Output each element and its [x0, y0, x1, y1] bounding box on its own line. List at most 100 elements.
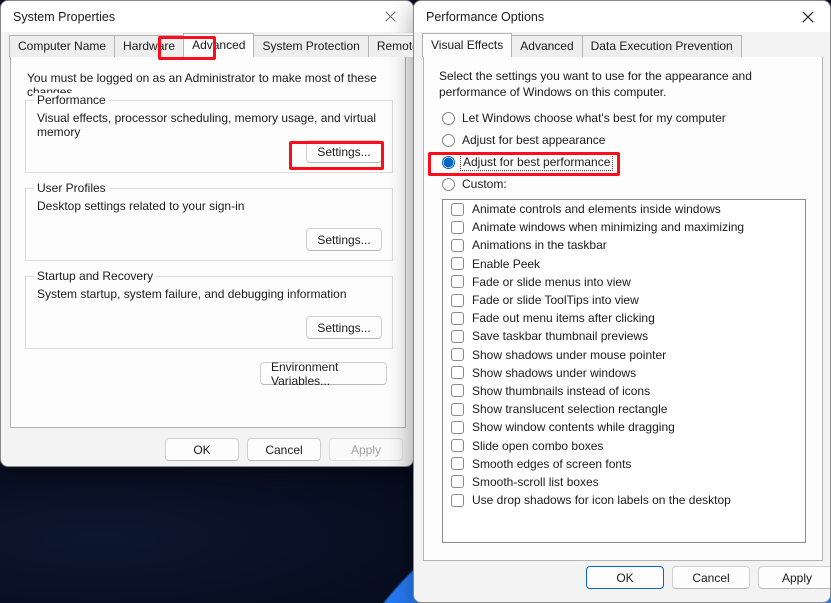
checkbox-icon[interactable]: [451, 384, 464, 397]
visual-effect-item[interactable]: Show window contents while dragging: [443, 418, 805, 436]
performance-group: Performance Visual effects, processor sc…: [25, 100, 393, 173]
radio-custom[interactable]: Custom:: [442, 177, 507, 191]
visual-effect-item[interactable]: Show shadows under windows: [443, 364, 805, 382]
performance-group-description: Visual effects, processor scheduling, me…: [37, 111, 392, 139]
checkbox-icon[interactable]: [451, 330, 464, 343]
visual-effect-label: Show thumbnails instead of icons: [472, 384, 650, 398]
checkbox-icon[interactable]: [451, 221, 464, 234]
performance-options-titlebar: Performance Options: [414, 1, 830, 32]
tab-advanced[interactable]: Advanced: [511, 35, 582, 57]
visual-effect-label: Animate controls and elements inside win…: [472, 202, 721, 216]
system-properties-titlebar: System Properties: [1, 1, 413, 32]
visual-effect-item[interactable]: Slide open combo boxes: [443, 436, 805, 454]
checkbox-icon[interactable]: [451, 366, 464, 379]
performance-options-apply-button[interactable]: Apply: [758, 566, 831, 589]
tab-remote[interactable]: Remote: [368, 35, 414, 57]
visual-effect-item[interactable]: Show thumbnails instead of icons: [443, 382, 805, 400]
radio-icon: [442, 112, 455, 125]
close-icon[interactable]: [368, 1, 413, 32]
visual-effect-label: Show window contents while dragging: [472, 420, 675, 434]
tab-system-protection[interactable]: System Protection: [253, 35, 368, 57]
visual-effect-label: Save taskbar thumbnail previews: [472, 329, 648, 343]
visual-effect-item[interactable]: Fade out menu items after clicking: [443, 309, 805, 327]
visual-effect-item[interactable]: Show shadows under mouse pointer: [443, 346, 805, 364]
visual-effect-label: Animate windows when minimizing and maxi…: [472, 220, 744, 234]
visual-effect-item[interactable]: Smooth edges of screen fonts: [443, 455, 805, 473]
advanced-tab-page: You must be logged on as an Administrato…: [10, 56, 406, 428]
performance-options-ok-button[interactable]: OK: [586, 566, 664, 589]
checkbox-icon[interactable]: [451, 494, 464, 507]
visual-effect-item[interactable]: Enable Peek: [443, 255, 805, 273]
visual-effect-label: Smooth-scroll list boxes: [472, 475, 599, 489]
startup-recovery-settings-button[interactable]: Settings...: [306, 316, 382, 339]
checkbox-icon[interactable]: [451, 203, 464, 216]
user-profiles-group: User Profiles Desktop settings related t…: [25, 188, 393, 261]
visual-effect-label: Fade or slide menus into view: [472, 275, 631, 289]
system-properties-ok-button[interactable]: OK: [165, 438, 239, 461]
tab-advanced[interactable]: Advanced: [183, 33, 254, 57]
tab-computer-name[interactable]: Computer Name: [9, 35, 115, 57]
radio-let-windows-choose-label: Let Windows choose what's best for my co…: [462, 111, 726, 125]
visual-effect-label: Show shadows under windows: [472, 366, 636, 380]
visual-effect-label: Smooth edges of screen fonts: [472, 457, 631, 471]
checkbox-icon[interactable]: [451, 457, 464, 470]
checkbox-icon[interactable]: [451, 403, 464, 416]
visual-effect-item[interactable]: Use drop shadows for icon labels on the …: [443, 491, 805, 509]
radio-best-performance-label: Adjust for best performance: [462, 155, 611, 169]
environment-variables-button[interactable]: Environment Variables...: [260, 362, 387, 385]
visual-effect-label: Show translucent selection rectangle: [472, 402, 667, 416]
checkbox-icon[interactable]: [451, 348, 464, 361]
visual-effect-label: Fade or slide ToolTips into view: [472, 293, 639, 307]
visual-effect-label: Slide open combo boxes: [472, 439, 603, 453]
radio-best-appearance-label: Adjust for best appearance: [462, 133, 605, 147]
visual-effect-label: Enable Peek: [472, 257, 540, 271]
startup-recovery-group-description: System startup, system failure, and debu…: [37, 287, 347, 301]
system-properties-cancel-button[interactable]: Cancel: [247, 438, 321, 461]
checkbox-icon[interactable]: [451, 439, 464, 452]
checkbox-icon[interactable]: [451, 421, 464, 434]
performance-group-legend: Performance: [34, 93, 109, 107]
visual-effect-item[interactable]: Fade or slide ToolTips into view: [443, 291, 805, 309]
radio-icon: [442, 134, 455, 147]
performance-settings-button[interactable]: Settings...: [306, 140, 382, 163]
visual-effect-label: Animations in the taskbar: [472, 238, 607, 252]
user-profiles-settings-button[interactable]: Settings...: [306, 228, 382, 251]
radio-icon: [442, 178, 455, 191]
visual-effects-tab-page: Select the settings you want to use for …: [423, 56, 823, 561]
tab-hardware[interactable]: Hardware: [114, 35, 184, 57]
checkbox-icon[interactable]: [451, 275, 464, 288]
visual-effect-item[interactable]: Fade or slide menus into view: [443, 273, 805, 291]
system-properties-dialog: System Properties Computer Name Hardware…: [0, 0, 414, 467]
startup-recovery-group: Startup and Recovery System startup, sys…: [25, 276, 393, 349]
user-profiles-group-description: Desktop settings related to your sign-in: [37, 199, 244, 213]
checkbox-icon[interactable]: [451, 475, 464, 488]
visual-effects-list[interactable]: Animate controls and elements inside win…: [442, 199, 806, 543]
visual-effect-item[interactable]: Smooth-scroll list boxes: [443, 473, 805, 491]
visual-effect-label: Show shadows under mouse pointer: [472, 348, 666, 362]
radio-icon-selected: [442, 156, 455, 169]
visual-effect-label: Fade out menu items after clicking: [472, 311, 655, 325]
visual-effect-item[interactable]: Animate windows when minimizing and maxi…: [443, 218, 805, 236]
radio-let-windows-choose[interactable]: Let Windows choose what's best for my co…: [442, 111, 726, 125]
visual-effect-item[interactable]: Save taskbar thumbnail previews: [443, 327, 805, 345]
tab-visual-effects[interactable]: Visual Effects: [422, 33, 512, 57]
visual-effect-item[interactable]: Animations in the taskbar: [443, 236, 805, 254]
system-properties-title: System Properties: [1, 10, 115, 24]
visual-effects-intro: Select the settings you want to use for …: [439, 68, 784, 100]
checkbox-icon[interactable]: [451, 294, 464, 307]
close-icon[interactable]: [785, 1, 830, 32]
radio-best-appearance[interactable]: Adjust for best appearance: [442, 133, 605, 147]
performance-options-cancel-button[interactable]: Cancel: [672, 566, 750, 589]
radio-best-performance[interactable]: Adjust for best performance: [442, 155, 611, 169]
visual-effect-item[interactable]: Animate controls and elements inside win…: [443, 200, 805, 218]
radio-custom-label: Custom:: [462, 177, 507, 191]
system-properties-tabstrip: Computer Name Hardware Advanced System P…: [1, 33, 414, 57]
checkbox-icon[interactable]: [451, 239, 464, 252]
performance-options-dialog: Performance Options Visual Effects Advan…: [413, 0, 831, 603]
user-profiles-group-legend: User Profiles: [34, 181, 109, 195]
checkbox-icon[interactable]: [451, 312, 464, 325]
system-properties-apply-button: Apply: [329, 438, 403, 461]
checkbox-icon[interactable]: [451, 257, 464, 270]
visual-effect-item[interactable]: Show translucent selection rectangle: [443, 400, 805, 418]
tab-data-execution-prevention[interactable]: Data Execution Prevention: [582, 35, 742, 57]
